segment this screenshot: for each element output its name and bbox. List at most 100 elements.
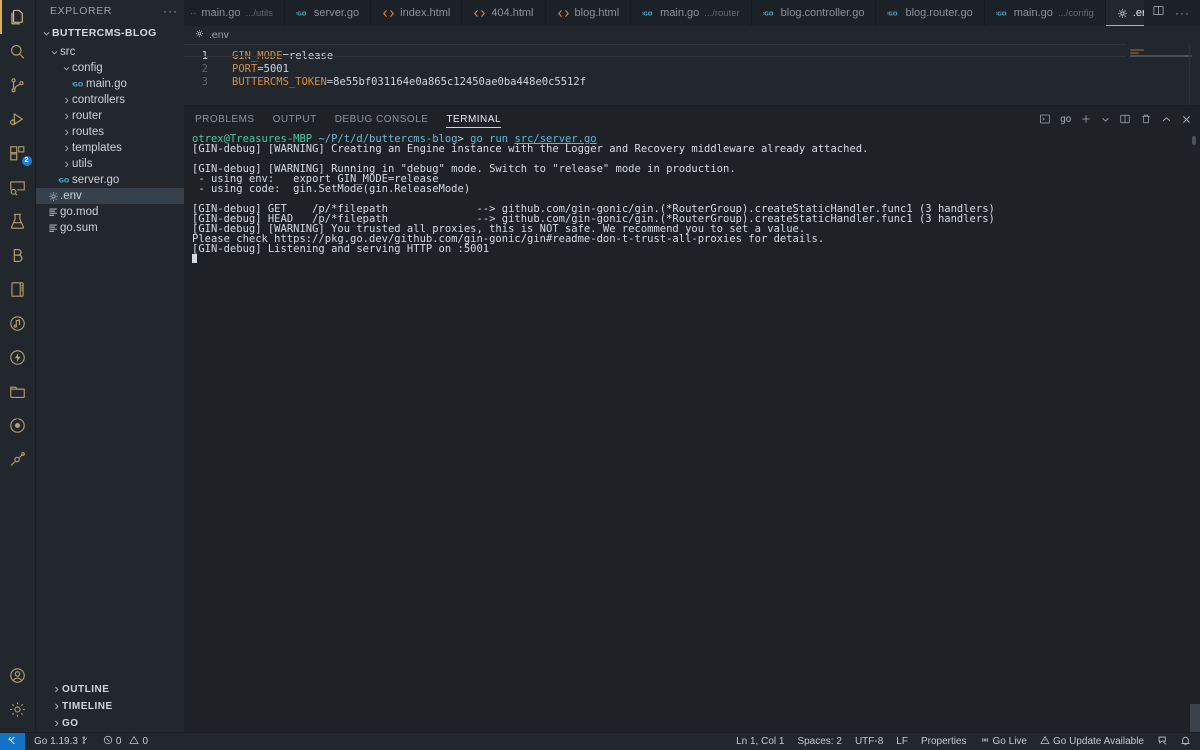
sidebar-more-icon[interactable]: ··· [163,7,178,15]
gomod-icon [46,207,60,218]
tree-item-controllers[interactable]: controllers [36,92,184,108]
activity-item-bookmarks[interactable] [0,238,36,272]
terminal-launch-profile-icon[interactable] [1039,113,1051,125]
tree-item-templates[interactable]: templates [36,140,184,156]
tree-item-config[interactable]: config [36,60,184,76]
sidebar-section-label: GO [62,718,79,729]
explorer-root-folder[interactable]: BUTTERCMS-BLOG [36,22,184,44]
panel-tab-problems[interactable]: PROBLEMS [195,106,255,132]
line-content: GIN_MODE=release [210,50,333,62]
code-editor[interactable]: 1 GIN_MODE=release 2 PORT=5001 3 BUTTERC… [184,44,1200,105]
status-error-count: 0 [116,736,122,747]
warning-icon [1040,735,1050,748]
env-value: 8e55bf031164e0a865c12450ae0ba448e0c5512f [333,76,586,88]
svg-text:GO: GO [764,11,774,17]
activity-item-thunder-client[interactable] [0,340,36,374]
terminal-output[interactable]: otrex@Treasures-MBP ~/P/t/d/buttercms-bl… [184,132,1200,732]
activity-item-manage[interactable] [0,692,36,726]
breadcrumb[interactable]: .env [184,26,1200,44]
sidebar-section-timeline[interactable]: TIMELINE [36,698,184,715]
tab-main-go-router[interactable]: GO main.go .../router [631,0,752,26]
tree-item-utils[interactable]: utils [36,156,184,172]
tree-item-server-go[interactable]: GO server.go [36,172,184,188]
activity-item-notebook[interactable] [0,272,36,306]
chevron-right-icon [60,160,72,169]
html-icon [473,8,486,19]
go-icon: GO [296,9,309,18]
feedback-icon[interactable] [1157,735,1168,749]
tab-blog-controller-go[interactable]: GO blog.controller.go [752,0,877,26]
status-indentation[interactable]: Spaces: 2 [797,736,841,747]
remote-window-indicator[interactable] [0,733,25,750]
sidebar-section-go[interactable]: GO [36,715,184,732]
panel-tab-output[interactable]: OUTPUT [273,106,317,132]
activity-item-project-manager[interactable] [0,374,36,408]
kill-terminal-icon[interactable] [1140,113,1152,125]
activity-item-extensions[interactable]: 2 [0,136,36,170]
status-bar-left: Go 1.19.3 0 0 [25,735,148,748]
tree-item-go-mod[interactable]: go.mod [36,204,184,220]
chevron-right-icon [50,702,62,711]
tab-blog-router-go[interactable]: GO blog.router.go [876,0,984,26]
vscode-window: 2 [0,0,1200,750]
activity-item-remote-explorer[interactable] [0,170,36,204]
editor-vertical-scrollbar[interactable] [1190,44,1200,105]
tree-item-config-main-go[interactable]: GO main.go [36,76,184,92]
gosum-icon [46,223,60,234]
notifications-bell-icon[interactable] [1180,735,1191,749]
split-terminal-icon[interactable] [1119,113,1131,125]
tab-main-go-config[interactable]: GO main.go .../config [985,0,1106,26]
status-encoding[interactable]: UTF-8 [855,736,883,747]
status-eol[interactable]: LF [896,736,908,747]
tree-item-label: templates [72,142,122,154]
tree-item-env[interactable]: .env [36,188,184,204]
status-cursor-position[interactable]: Ln 1, Col 1 [736,736,784,747]
tab-env[interactable]: .env ✕ [1106,0,1144,26]
sidebar-section-label: OUTLINE [62,684,109,695]
activity-item-explorer[interactable] [0,0,36,34]
activity-item-search[interactable] [0,34,36,68]
tab-blog-html[interactable]: blog.html [546,0,632,26]
status-go-live[interactable]: Go Live [980,735,1027,748]
shell-type-label[interactable]: go [1060,114,1071,125]
status-go-version[interactable]: Go 1.19.3 [34,735,90,748]
tree-item-router[interactable]: router [36,108,184,124]
target-circle-icon [8,416,27,435]
terminal-line: [GIN-debug] [WARNING] Creating an Engine… [192,144,1200,154]
terminal-cursor [192,254,197,263]
status-go-update[interactable]: Go Update Available [1040,735,1144,748]
activity-item-source-control[interactable] [0,68,36,102]
html-icon [557,8,570,19]
tree-item-src[interactable]: src [36,44,184,60]
tab-main-go-utils[interactable]: ·· main.go .../utils [184,0,285,26]
panel-actions: go [1039,113,1192,125]
tree-item-go-sum[interactable]: go.sum [36,220,184,236]
sidebar-section-outline[interactable]: OUTLINE [36,681,184,698]
activity-item-testing[interactable] [0,204,36,238]
activity-item-music[interactable] [0,306,36,340]
collapse-panel-icon[interactable] [1161,114,1172,125]
terminal-dropdown-icon[interactable] [1101,115,1110,124]
tab-label: server.go [314,7,359,19]
status-language-mode[interactable]: Properties [921,736,967,747]
activity-item-target[interactable] [0,408,36,442]
more-actions-icon[interactable]: ··· [1175,10,1190,16]
close-panel-icon[interactable] [1181,114,1192,125]
activity-item-run-and-debug[interactable] [0,102,36,136]
tab-server-go[interactable]: GO server.go [285,0,371,26]
tree-item-routes[interactable]: routes [36,124,184,140]
panel-tab-debug-console[interactable]: DEBUG CONSOLE [335,106,429,132]
tree-item-label: .env [60,190,82,202]
new-terminal-icon[interactable] [1080,113,1092,125]
activity-item-plug[interactable] [0,442,36,476]
tab-index-html[interactable]: index.html [371,0,462,26]
terminal-scrollbar-thumb[interactable] [1190,704,1200,732]
panel-tab-terminal[interactable]: TERMINAL [446,106,501,132]
tab-404-html[interactable]: 404.html [462,0,545,26]
activity-item-accounts[interactable] [0,658,36,692]
folder-icon [8,382,27,401]
split-editor-icon[interactable] [1152,4,1165,22]
letter-b-icon [8,246,27,265]
status-problems[interactable]: 0 0 [103,735,148,748]
go-icon: GO [763,9,776,18]
